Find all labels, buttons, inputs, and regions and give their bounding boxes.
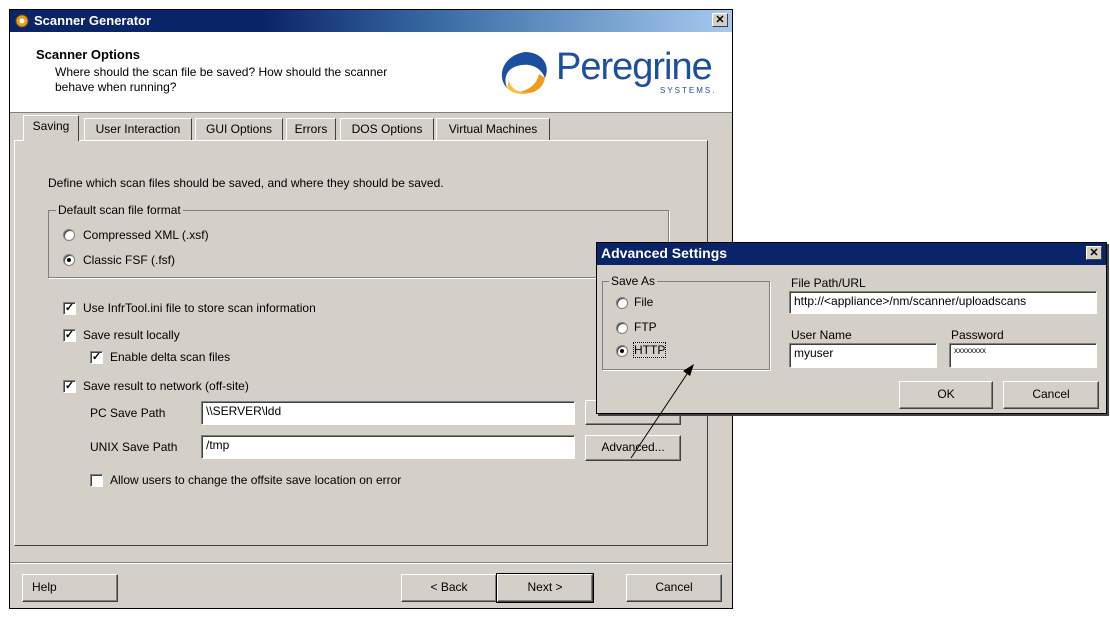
page-title: Scanner Options [36, 47, 141, 62]
save-network-label[interactable]: Save result to network (off-site) [83, 379, 249, 393]
save-as-http-label[interactable]: HTTP [632, 342, 667, 358]
use-infrtool-label[interactable]: Use InfrTool.ini file to store scan info… [83, 301, 316, 315]
tab-dos-options[interactable]: DOS Options [340, 118, 434, 140]
close-icon: ✕ [715, 14, 725, 26]
format-groupbox [48, 210, 669, 278]
logo-text: Peregrine [556, 46, 713, 88]
allow-change-checkbox[interactable] [90, 474, 103, 487]
tab-gui-options[interactable]: GUI Options [195, 118, 283, 140]
help-button[interactable]: Help [22, 574, 118, 602]
save-as-file-label[interactable]: File [634, 295, 653, 309]
help-label: Help [32, 580, 57, 594]
pc-save-path-label: PC Save Path [90, 406, 166, 420]
save-as-ftp-radio[interactable] [616, 322, 628, 334]
delta-scan-checkbox[interactable]: ✓ [90, 351, 103, 364]
tab-label: DOS Options [351, 122, 423, 136]
delta-scan-label[interactable]: Enable delta scan files [110, 350, 230, 364]
dialog-title-bar[interactable]: Advanced Settings ✕ [597, 243, 1106, 265]
ok-button[interactable]: OK [899, 381, 993, 409]
pc-save-path-input[interactable]: \\SERVER\ldd [201, 401, 575, 425]
save-as-title: Save As [609, 274, 658, 288]
tab-virtual-machines[interactable]: Virtual Machines [436, 118, 550, 140]
footer-divider [10, 562, 732, 564]
file-path-input[interactable]: http://<appliance>/nm/scanner/uploadscan… [789, 291, 1097, 314]
dialog-title: Advanced Settings [601, 245, 728, 261]
tab-user-interaction[interactable]: User Interaction [84, 118, 192, 140]
back-label: < Back [430, 580, 468, 594]
title-bar[interactable]: Scanner Generator ✕ [10, 10, 732, 32]
saving-description: Define which scan files should be saved,… [48, 176, 444, 190]
back-button[interactable]: < Back [401, 574, 497, 602]
dialog-close-button[interactable]: ✕ [1086, 246, 1102, 260]
cancel-label: Cancel [655, 580, 693, 594]
close-icon: ✕ [1089, 247, 1099, 259]
tab-label: GUI Options [205, 122, 273, 136]
compressed-xml-radio[interactable] [63, 229, 75, 241]
tab-label: Saving [32, 119, 70, 133]
advanced-button[interactable]: Advanced... [585, 435, 681, 461]
allow-change-label[interactable]: Allow users to change the offsite save l… [110, 473, 401, 487]
use-infrtool-checkbox[interactable]: ✓ [63, 302, 76, 315]
user-name-label: User Name [791, 328, 852, 342]
logo-subtext: SYSTEMS. [660, 86, 717, 95]
tab-label: Errors [294, 122, 328, 136]
password-label: Password [951, 328, 1004, 342]
window-title: Scanner Generator [34, 13, 152, 28]
save-locally-label[interactable]: Save result locally [83, 328, 180, 342]
classic-fsf-radio[interactable] [63, 254, 75, 266]
save-as-http-radio[interactable] [616, 345, 628, 357]
format-group-title: Default scan file format [56, 203, 183, 217]
save-as-file-radio[interactable] [616, 297, 628, 309]
tab-label: User Interaction [95, 122, 181, 136]
classic-fsf-label[interactable]: Classic FSF (.fsf) [83, 253, 175, 267]
cancel-button[interactable]: Cancel [626, 574, 722, 602]
tab-errors[interactable]: Errors [286, 118, 336, 140]
page-subtitle-line1: Where should the scan file be saved? How… [55, 65, 388, 79]
next-button[interactable]: Next > [496, 573, 594, 603]
app-gear-icon [15, 14, 29, 28]
page-subtitle-line2: behave when running? [55, 80, 177, 94]
user-name-input[interactable]: myuser [789, 343, 937, 368]
save-locally-checkbox[interactable]: ✓ [63, 329, 76, 342]
password-input[interactable]: xxxxxxxx [949, 343, 1097, 368]
advanced-settings-dialog: Advanced Settings ✕ Save As File FTP HTT… [596, 242, 1107, 414]
peregrine-logo-icon [501, 52, 547, 95]
tab-label: Virtual Machines [448, 122, 538, 136]
unix-save-path-input[interactable]: /tmp [201, 435, 575, 459]
save-as-ftp-label[interactable]: FTP [634, 320, 657, 334]
save-network-checkbox[interactable]: ✓ [63, 380, 76, 393]
wizard-header: Scanner Options Where should the scan fi… [10, 32, 732, 113]
compressed-xml-label[interactable]: Compressed XML (.xsf) [83, 228, 209, 242]
tab-saving[interactable]: Saving [23, 115, 79, 141]
next-label: Next > [527, 580, 563, 594]
dialog-cancel-button[interactable]: Cancel [1003, 381, 1099, 409]
unix-save-path-label: UNIX Save Path [90, 440, 178, 454]
file-path-label: File Path/URL [791, 276, 866, 290]
close-button[interactable]: ✕ [712, 13, 728, 27]
